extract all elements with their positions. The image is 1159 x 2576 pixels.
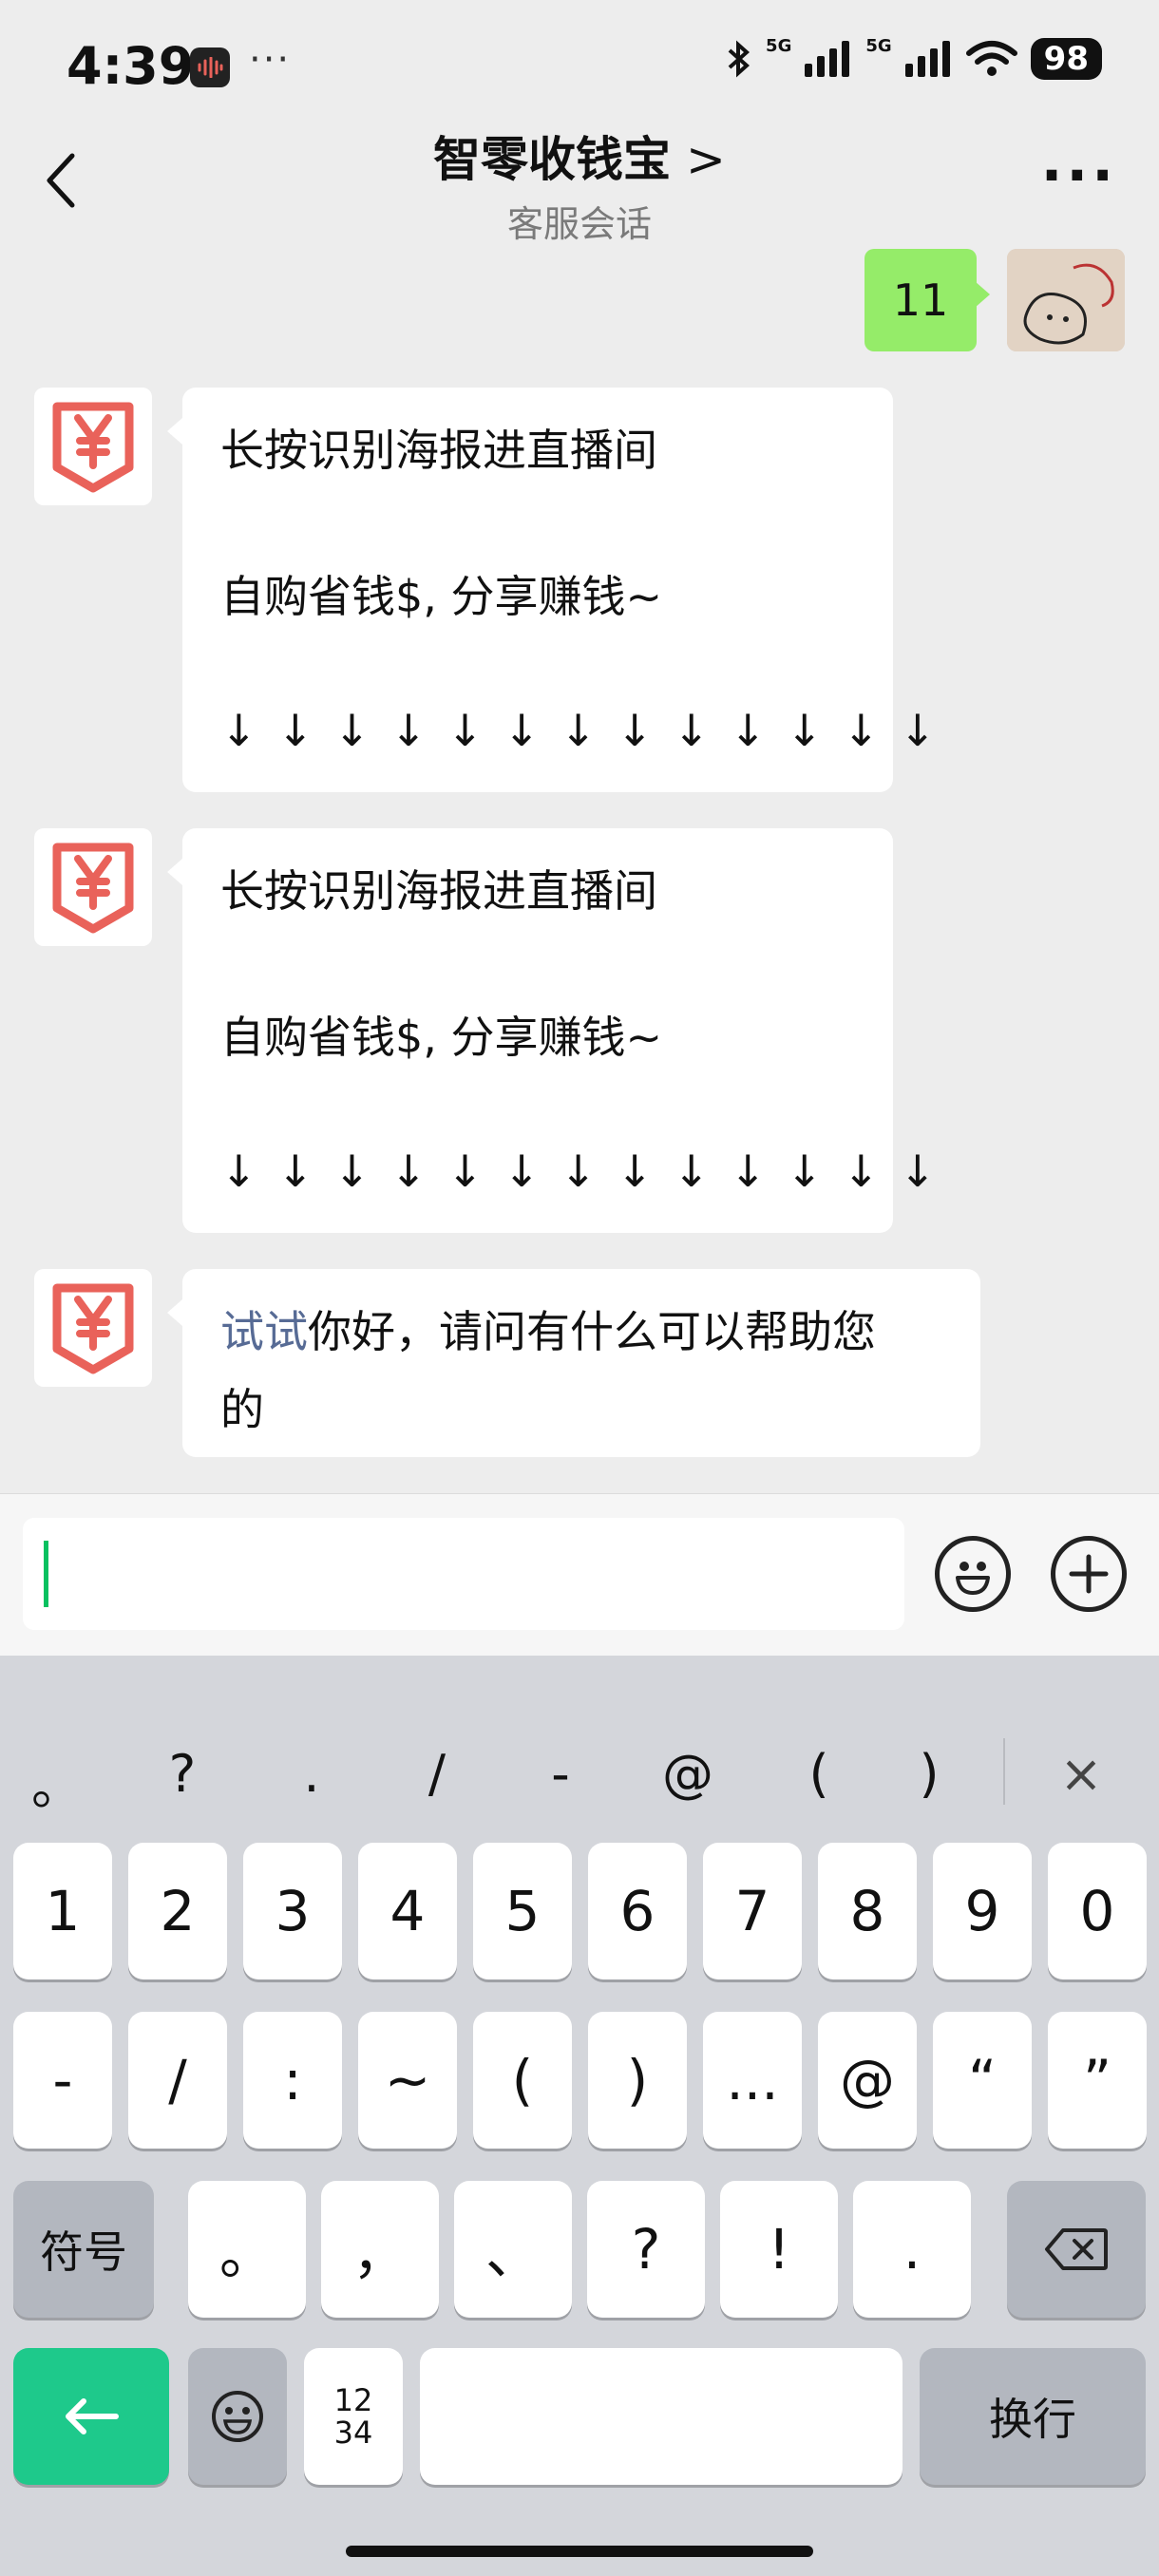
key-right-paren[interactable]: ) bbox=[588, 2012, 687, 2149]
symbol-key[interactable]: - bbox=[522, 1744, 598, 1804]
bubble-tail bbox=[167, 859, 182, 885]
symbol-key[interactable]: @ bbox=[650, 1744, 726, 1804]
symbol-key[interactable]: . bbox=[274, 1744, 350, 1804]
key-slash[interactable]: / bbox=[128, 2012, 227, 2149]
key-1[interactable]: 1 bbox=[13, 1843, 112, 1979]
yuan-logo-icon bbox=[52, 843, 134, 934]
text-caret bbox=[44, 1541, 48, 1607]
recording-icon bbox=[190, 47, 230, 87]
key-at[interactable]: @ bbox=[818, 2012, 917, 2149]
number-keyboard-key[interactable]: 12 34 bbox=[304, 2348, 403, 2485]
number-key-top: 12 bbox=[333, 2382, 373, 2418]
key-7[interactable]: 7 bbox=[703, 1843, 802, 1979]
symbol-key[interactable]: ( bbox=[781, 1744, 857, 1804]
key-comma-cn[interactable]: ， bbox=[321, 2181, 439, 2318]
page-title-text: 智零收钱宝 bbox=[433, 132, 672, 187]
plus-icon bbox=[1069, 1554, 1109, 1594]
message-input[interactable] bbox=[23, 1518, 904, 1630]
key-3[interactable]: 3 bbox=[243, 1843, 342, 1979]
bubble-tail bbox=[167, 1299, 182, 1326]
key-9[interactable]: 9 bbox=[933, 1843, 1032, 1979]
message-line: 自购省钱$, 分享赚钱~ bbox=[220, 1012, 663, 1063]
key-tilde[interactable]: ~ bbox=[358, 2012, 457, 2149]
home-indicator[interactable] bbox=[346, 2546, 813, 2557]
message-bubble-2[interactable]: 长按识别海报进直播间 自购省钱$, 分享赚钱~ ↓↓↓↓↓↓↓↓↓↓↓↓↓ bbox=[182, 828, 936, 1233]
backspace-icon bbox=[1045, 2228, 1108, 2270]
key-8[interactable]: 8 bbox=[818, 1843, 917, 1979]
sent-message-bubble[interactable]: 11 bbox=[864, 249, 977, 351]
message-line: 试试你好，请问有什么可以帮助您 bbox=[220, 1297, 876, 1360]
key-ellipsis[interactable]: ... bbox=[703, 2012, 802, 2149]
smiley-icon bbox=[956, 1562, 990, 1595]
symbol-key[interactable]: ? bbox=[144, 1744, 220, 1804]
key-2[interactable]: 2 bbox=[128, 1843, 227, 1979]
smiley-icon bbox=[212, 2391, 263, 2442]
symbol-key[interactable]: ) bbox=[891, 1744, 967, 1804]
key-right-quote[interactable]: ” bbox=[1048, 2012, 1147, 2149]
service-avatar[interactable] bbox=[34, 1269, 152, 1387]
symbol-key[interactable]: 。 bbox=[19, 1744, 95, 1819]
space-key[interactable] bbox=[420, 2348, 902, 2485]
key-hyphen[interactable]: - bbox=[13, 2012, 112, 2149]
message-bubble-1[interactable]: 长按识别海报进直播间 自购省钱$, 分享赚钱~ ↓↓↓↓↓↓↓↓↓↓↓↓↓ bbox=[182, 388, 936, 792]
key-0[interactable]: 0 bbox=[1048, 1843, 1147, 1979]
page-subtitle: 客服会话 bbox=[506, 203, 652, 245]
cellular-signal-icon-2 bbox=[904, 41, 950, 77]
key-left-paren[interactable]: ( bbox=[473, 2012, 572, 2149]
emoji-button[interactable] bbox=[935, 1536, 1011, 1612]
key-question[interactable]: ? bbox=[587, 2181, 705, 2318]
close-symbols-button[interactable]: × bbox=[1043, 1744, 1119, 1804]
key-dot[interactable]: . bbox=[853, 2181, 971, 2318]
quick-reply-link[interactable]: 试试 bbox=[220, 1306, 308, 1357]
delete-key[interactable] bbox=[1007, 2181, 1146, 2318]
status-more-dots: ··· bbox=[249, 38, 292, 82]
key-4[interactable]: 4 bbox=[358, 1843, 457, 1979]
service-avatar[interactable] bbox=[34, 828, 152, 946]
message-line: 长按识别海报进直播间 bbox=[220, 865, 657, 917]
message-arrows: ↓↓↓↓↓↓↓↓↓↓↓↓↓ bbox=[220, 1146, 957, 1197]
key-period-cn[interactable]: 。 bbox=[188, 2181, 306, 2318]
key-6[interactable]: 6 bbox=[588, 1843, 687, 1979]
key-colon[interactable]: : bbox=[243, 2012, 342, 2149]
signal-label-2: 5G bbox=[865, 35, 892, 56]
add-more-button[interactable] bbox=[1051, 1536, 1127, 1612]
key-5[interactable]: 5 bbox=[473, 1843, 572, 1979]
newline-key[interactable]: 换行 bbox=[920, 2348, 1146, 2485]
emoji-keyboard-key[interactable] bbox=[188, 2348, 287, 2485]
user-avatar[interactable] bbox=[1007, 249, 1125, 351]
status-icons: 5G 5G 98 bbox=[726, 35, 1102, 80]
message-line: 长按识别海报进直播间 bbox=[220, 425, 657, 476]
service-avatar[interactable] bbox=[34, 388, 152, 505]
bubble-tail bbox=[167, 418, 182, 445]
more-options-button[interactable]: ··· bbox=[1041, 142, 1117, 209]
yuan-logo-icon bbox=[52, 402, 134, 493]
message-line: 自购省钱$, 分享赚钱~ bbox=[220, 571, 663, 622]
message-bubble-3[interactable]: 试试你好，请问有什么可以帮助您 的 bbox=[182, 1269, 980, 1457]
number-key-bottom: 34 bbox=[333, 2415, 373, 2451]
signal-label-1: 5G bbox=[766, 35, 792, 56]
message-text: 你好，请问有什么可以帮助您 bbox=[308, 1306, 876, 1357]
divider bbox=[1003, 1738, 1005, 1805]
key-left-quote[interactable]: “ bbox=[933, 2012, 1032, 2149]
symbols-key[interactable]: 符号 bbox=[13, 2181, 154, 2318]
message-arrows: ↓↓↓↓↓↓↓↓↓↓↓↓↓ bbox=[220, 705, 957, 756]
status-time: 4:39 bbox=[66, 36, 195, 96]
chevron-right-icon: > bbox=[686, 132, 726, 187]
wifi-icon bbox=[965, 41, 1017, 76]
cellular-signal-icon bbox=[805, 41, 850, 77]
sent-bubble-tail bbox=[975, 281, 990, 308]
page-title[interactable]: 智零收钱宝 > bbox=[0, 122, 1159, 190]
yuan-logo-icon bbox=[52, 1283, 134, 1374]
arrow-left-icon bbox=[66, 2398, 119, 2434]
key-enumeration-comma[interactable]: 、 bbox=[454, 2181, 572, 2318]
message-line: 的 bbox=[220, 1384, 264, 1435]
return-key[interactable] bbox=[13, 2348, 169, 2485]
symbol-key[interactable]: / bbox=[399, 1744, 475, 1804]
battery-indicator: 98 bbox=[1030, 38, 1102, 80]
bluetooth-icon bbox=[728, 40, 750, 78]
key-exclamation[interactable]: ! bbox=[720, 2181, 838, 2318]
